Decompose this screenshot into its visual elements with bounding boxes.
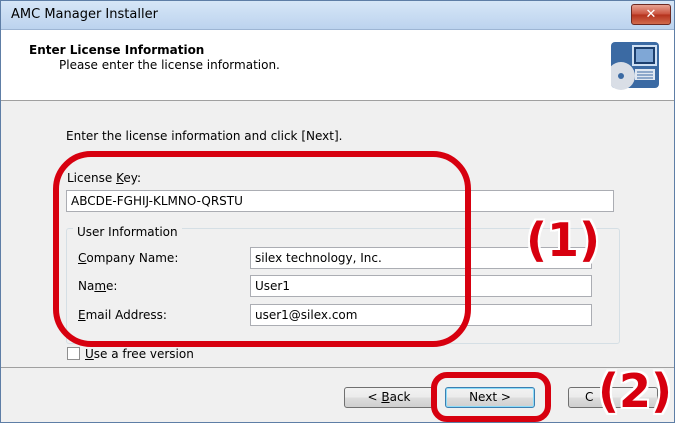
window-title: AMC Manager Installer	[11, 7, 158, 22]
wizard-header: Enter License Information Please enter t…	[1, 30, 674, 101]
header-title: Enter License Information	[29, 43, 205, 57]
annotation-box-2	[431, 372, 551, 422]
instruction-text: Enter the license information and click …	[66, 129, 343, 143]
header-subtitle: Please enter the license information.	[59, 58, 280, 72]
annotation-box-1	[53, 151, 471, 347]
free-version-checkbox[interactable]	[67, 347, 80, 360]
close-button[interactable]: ✕	[631, 4, 671, 25]
installer-window: AMC Manager Installer ✕ Enter License In…	[0, 0, 675, 423]
computer-disc-icon	[611, 42, 659, 90]
annotation-label-1: (1)	[526, 213, 601, 267]
close-icon: ✕	[645, 7, 657, 22]
free-version-label[interactable]: Use a free version	[85, 347, 194, 361]
title-bar[interactable]: AMC Manager Installer ✕	[1, 1, 674, 30]
annotation-label-2: (2)	[598, 364, 673, 418]
back-button[interactable]: < Back	[344, 387, 434, 408]
